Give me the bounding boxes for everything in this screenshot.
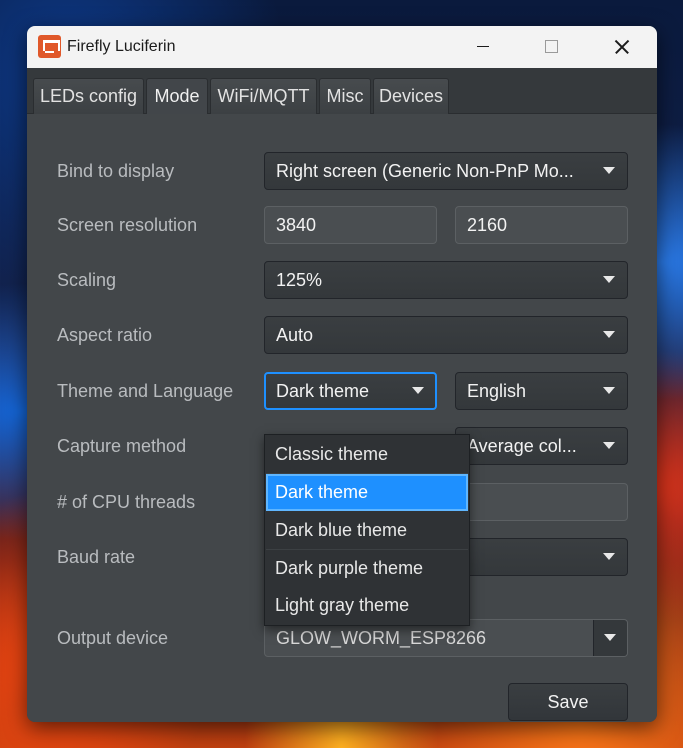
chevron-down-icon <box>603 276 615 283</box>
capture-method-label: Capture method <box>57 436 187 456</box>
theme-value: Dark theme <box>276 381 370 401</box>
capture-method-select[interactable]: Average col... <box>455 427 628 465</box>
theme-option-dark-blue[interactable]: Dark blue theme <box>266 512 468 549</box>
app-logo-icon <box>38 35 61 58</box>
app-window: Firefly Luciferin LEDs config Mode WiFi/… <box>27 26 657 722</box>
tab-devices[interactable]: Devices <box>373 78 449 114</box>
chevron-down-icon <box>604 634 616 641</box>
tab-wifi-mqtt[interactable]: WiFi/MQTT <box>210 78 317 114</box>
save-button[interactable]: Save <box>508 683 628 721</box>
tab-mode[interactable]: Mode <box>146 78 208 115</box>
chevron-down-icon <box>412 387 424 394</box>
maximize-button[interactable] <box>517 26 583 68</box>
scaling-label: Scaling <box>57 270 117 290</box>
window-title: Firefly Luciferin <box>67 38 176 55</box>
cpu-threads-field[interactable] <box>455 483 628 521</box>
chevron-down-icon <box>603 553 615 560</box>
scaling-value: 125% <box>276 270 323 290</box>
bind-to-display-select[interactable]: Right screen (Generic Non-PnP Mo... <box>264 152 628 190</box>
tab-misc[interactable]: Misc <box>319 78 371 114</box>
theme-option-light-gray[interactable]: Light gray theme <box>266 587 468 624</box>
bind-to-display-value: Right screen (Generic Non-PnP Mo... <box>276 161 574 181</box>
screen-resolution-label: Screen resolution <box>57 215 198 235</box>
chevron-down-icon <box>603 442 615 449</box>
title-bar[interactable]: Firefly Luciferin <box>27 26 657 68</box>
baud-rate-label: Baud rate <box>57 547 136 567</box>
resolution-width-field[interactable]: 3840 <box>264 206 437 244</box>
theme-option-dark-purple[interactable]: Dark purple theme <box>266 550 468 587</box>
capture-method-value: Average col... <box>467 436 577 456</box>
aspect-ratio-select[interactable]: Auto <box>264 316 628 354</box>
theme-dropdown-list: Classic theme Dark theme Dark blue theme… <box>264 434 470 626</box>
bind-to-display-label: Bind to display <box>57 161 175 181</box>
language-value: English <box>467 381 527 401</box>
tab-leds-config[interactable]: LEDs config <box>33 78 144 114</box>
theme-language-label: Theme and Language <box>57 381 234 401</box>
baud-rate-select[interactable] <box>455 538 628 576</box>
cpu-threads-label: # of CPU threads <box>57 492 196 512</box>
chevron-down-icon <box>603 167 615 174</box>
minimize-button[interactable] <box>450 26 516 68</box>
close-button[interactable] <box>587 26 653 68</box>
output-device-label: Output device <box>57 628 169 648</box>
aspect-ratio-label: Aspect ratio <box>57 325 153 345</box>
theme-option-dark[interactable]: Dark theme <box>266 474 468 511</box>
theme-option-classic[interactable]: Classic theme <box>266 436 468 473</box>
resolution-height-field[interactable]: 2160 <box>455 206 628 244</box>
theme-select[interactable]: Dark theme <box>264 372 437 410</box>
language-select[interactable]: English <box>455 372 628 410</box>
output-device-dropdown-button[interactable] <box>593 620 627 656</box>
scaling-select[interactable]: 125% <box>264 261 628 299</box>
mode-panel: Bind to display Right screen (Generic No… <box>27 114 657 722</box>
aspect-ratio-value: Auto <box>276 325 314 345</box>
tab-bar: LEDs config Mode WiFi/MQTT Misc Devices <box>27 68 657 115</box>
chevron-down-icon <box>603 387 615 394</box>
chevron-down-icon <box>603 331 615 338</box>
